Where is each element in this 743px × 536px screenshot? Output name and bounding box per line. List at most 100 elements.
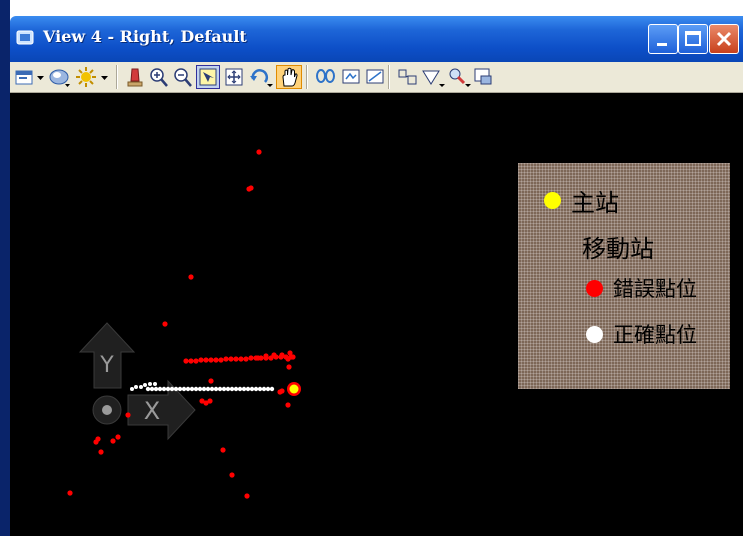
3d-viewport[interactable]: Y X 主站 移動站 錯誤點位 正確點位	[10, 93, 743, 536]
close-button[interactable]	[709, 24, 739, 54]
fit-view-icon[interactable]	[223, 65, 245, 89]
view-previous-icon[interactable]	[314, 65, 338, 89]
correct-point	[153, 386, 159, 392]
legend-error-point-dot	[586, 279, 603, 297]
display-set-icon[interactable]	[446, 65, 472, 89]
correct-point	[205, 386, 211, 392]
correct-point	[185, 386, 191, 392]
window-left-edge	[0, 0, 10, 536]
title-bar[interactable]: View 4 - Right, Default	[10, 16, 743, 62]
correct-point	[193, 386, 199, 392]
correct-point	[261, 386, 267, 392]
y-axis-label: Y	[99, 353, 114, 378]
origin-marker	[92, 395, 122, 425]
lights-icon[interactable]	[74, 65, 98, 89]
correct-point	[143, 383, 147, 387]
correct-point	[229, 386, 235, 392]
update-view-icon[interactable]	[306, 65, 308, 89]
render-icon[interactable]	[48, 65, 72, 89]
correct-point	[165, 386, 171, 392]
correct-point	[221, 386, 227, 392]
legend-rover-label: 移動站	[582, 235, 654, 263]
view-control-toolbar	[10, 62, 743, 93]
clip-volume-icon[interactable]	[396, 65, 420, 89]
error-point-cluster	[67, 149, 296, 499]
correct-point	[225, 386, 231, 392]
copy-view-icon[interactable]	[340, 65, 362, 89]
correct-point	[265, 386, 271, 392]
correct-point	[130, 387, 134, 391]
correct-point	[169, 386, 175, 392]
correct-point	[209, 386, 215, 392]
zoom-in-icon[interactable]	[148, 65, 170, 89]
correct-point	[253, 386, 259, 392]
x-axis-label: X	[144, 397, 160, 425]
legend-item-rover: 移動站	[582, 229, 654, 264]
camera-icon[interactable]	[364, 65, 386, 89]
error-point	[277, 389, 283, 395]
correct-point	[213, 386, 219, 392]
error-point	[263, 353, 269, 359]
error-point	[188, 358, 194, 364]
dropdown-arrow-icon[interactable]	[36, 65, 46, 89]
correct-point	[241, 386, 247, 392]
error-point	[213, 357, 219, 363]
error-point	[248, 355, 254, 361]
window-area-icon[interactable]	[196, 65, 220, 89]
correct-point	[161, 386, 167, 392]
pan-view-icon[interactable]	[276, 65, 302, 89]
correct-point	[139, 385, 143, 389]
error-point	[233, 356, 239, 362]
correct-point	[217, 386, 223, 392]
legend-item-base-station: 主站	[544, 183, 619, 218]
view-settings-icon[interactable]	[472, 65, 494, 89]
error-point	[98, 449, 104, 455]
zoom-out-icon[interactable]	[172, 65, 194, 89]
error-point	[198, 357, 204, 363]
correct-point	[181, 386, 187, 392]
legend-panel: 主站 移動站 錯誤點位 正確點位	[518, 163, 730, 389]
error-point	[183, 358, 189, 364]
window-title: View 4 - Right, Default	[43, 27, 247, 46]
dropdown-arrow-icon[interactable]	[100, 65, 110, 89]
legend-error-point-label: 錯誤點位	[613, 277, 697, 301]
error-point	[285, 402, 291, 408]
error-point	[238, 356, 244, 362]
error-point	[290, 354, 296, 360]
minimize-icon	[657, 43, 667, 46]
rotate-view-icon[interactable]	[248, 65, 274, 89]
update-view-icon[interactable]	[124, 65, 146, 89]
error-point	[203, 357, 209, 363]
maximize-button[interactable]	[678, 24, 708, 54]
error-point	[125, 412, 131, 418]
axis-triad: Y X	[78, 322, 196, 441]
error-point	[223, 356, 229, 362]
correct-point	[257, 386, 263, 392]
correct-point	[197, 386, 203, 392]
error-point	[162, 321, 168, 327]
legend-base-station-label: 主站	[571, 189, 619, 217]
minimize-button[interactable]	[648, 24, 678, 54]
error-point	[248, 185, 254, 191]
close-icon	[716, 31, 732, 47]
correct-point	[189, 386, 195, 392]
error-point	[255, 355, 261, 361]
update-view-icon[interactable]	[116, 65, 118, 89]
legend-correct-point-label: 正確點位	[613, 323, 697, 347]
legend-item-correct-point: 正確點位	[586, 319, 697, 349]
correct-point	[201, 386, 207, 392]
error-point	[220, 447, 226, 453]
error-point	[115, 434, 121, 440]
error-point	[228, 356, 234, 362]
error-point	[208, 357, 214, 363]
view-window-icon[interactable]	[16, 28, 34, 46]
view-attributes-icon[interactable]	[14, 65, 36, 89]
update-view-icon[interactable]	[388, 65, 390, 89]
error-point	[95, 436, 101, 442]
correct-point	[249, 386, 255, 392]
error-point	[279, 352, 285, 358]
error-point	[229, 472, 235, 478]
correct-point	[145, 386, 151, 392]
error-point	[188, 274, 194, 280]
clip-mask-icon[interactable]	[420, 65, 446, 89]
